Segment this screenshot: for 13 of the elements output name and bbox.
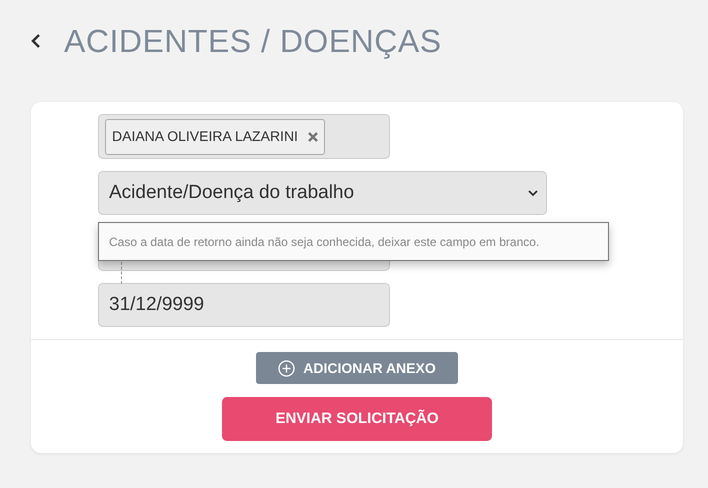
chevron-down-icon — [528, 190, 538, 196]
date-field[interactable]: 31/12/9999 — [98, 283, 390, 327]
type-select[interactable]: Acidente/Doença do trabalho — [98, 171, 547, 215]
add-attachment-button[interactable]: ADICIONAR ANEXO — [256, 352, 458, 384]
employee-field[interactable]: DAIANA OLIVEIRA LAZARINI — [98, 114, 390, 159]
plus-circle-icon — [278, 360, 296, 376]
help-tooltip: Caso a data de retorno ainda não seja conhecida, deixar este campo em branco. — [98, 222, 609, 261]
page-title: ACIDENTES / DOENÇAS — [64, 22, 442, 61]
remove-icon[interactable] — [308, 132, 318, 142]
back-icon[interactable] — [30, 33, 42, 49]
leader-line — [121, 262, 122, 284]
tag-label: DAIANA OLIVEIRA LAZARINI — [112, 127, 298, 146]
submit-button[interactable]: ENVIAR SOLICITAÇÃO — [222, 397, 492, 441]
